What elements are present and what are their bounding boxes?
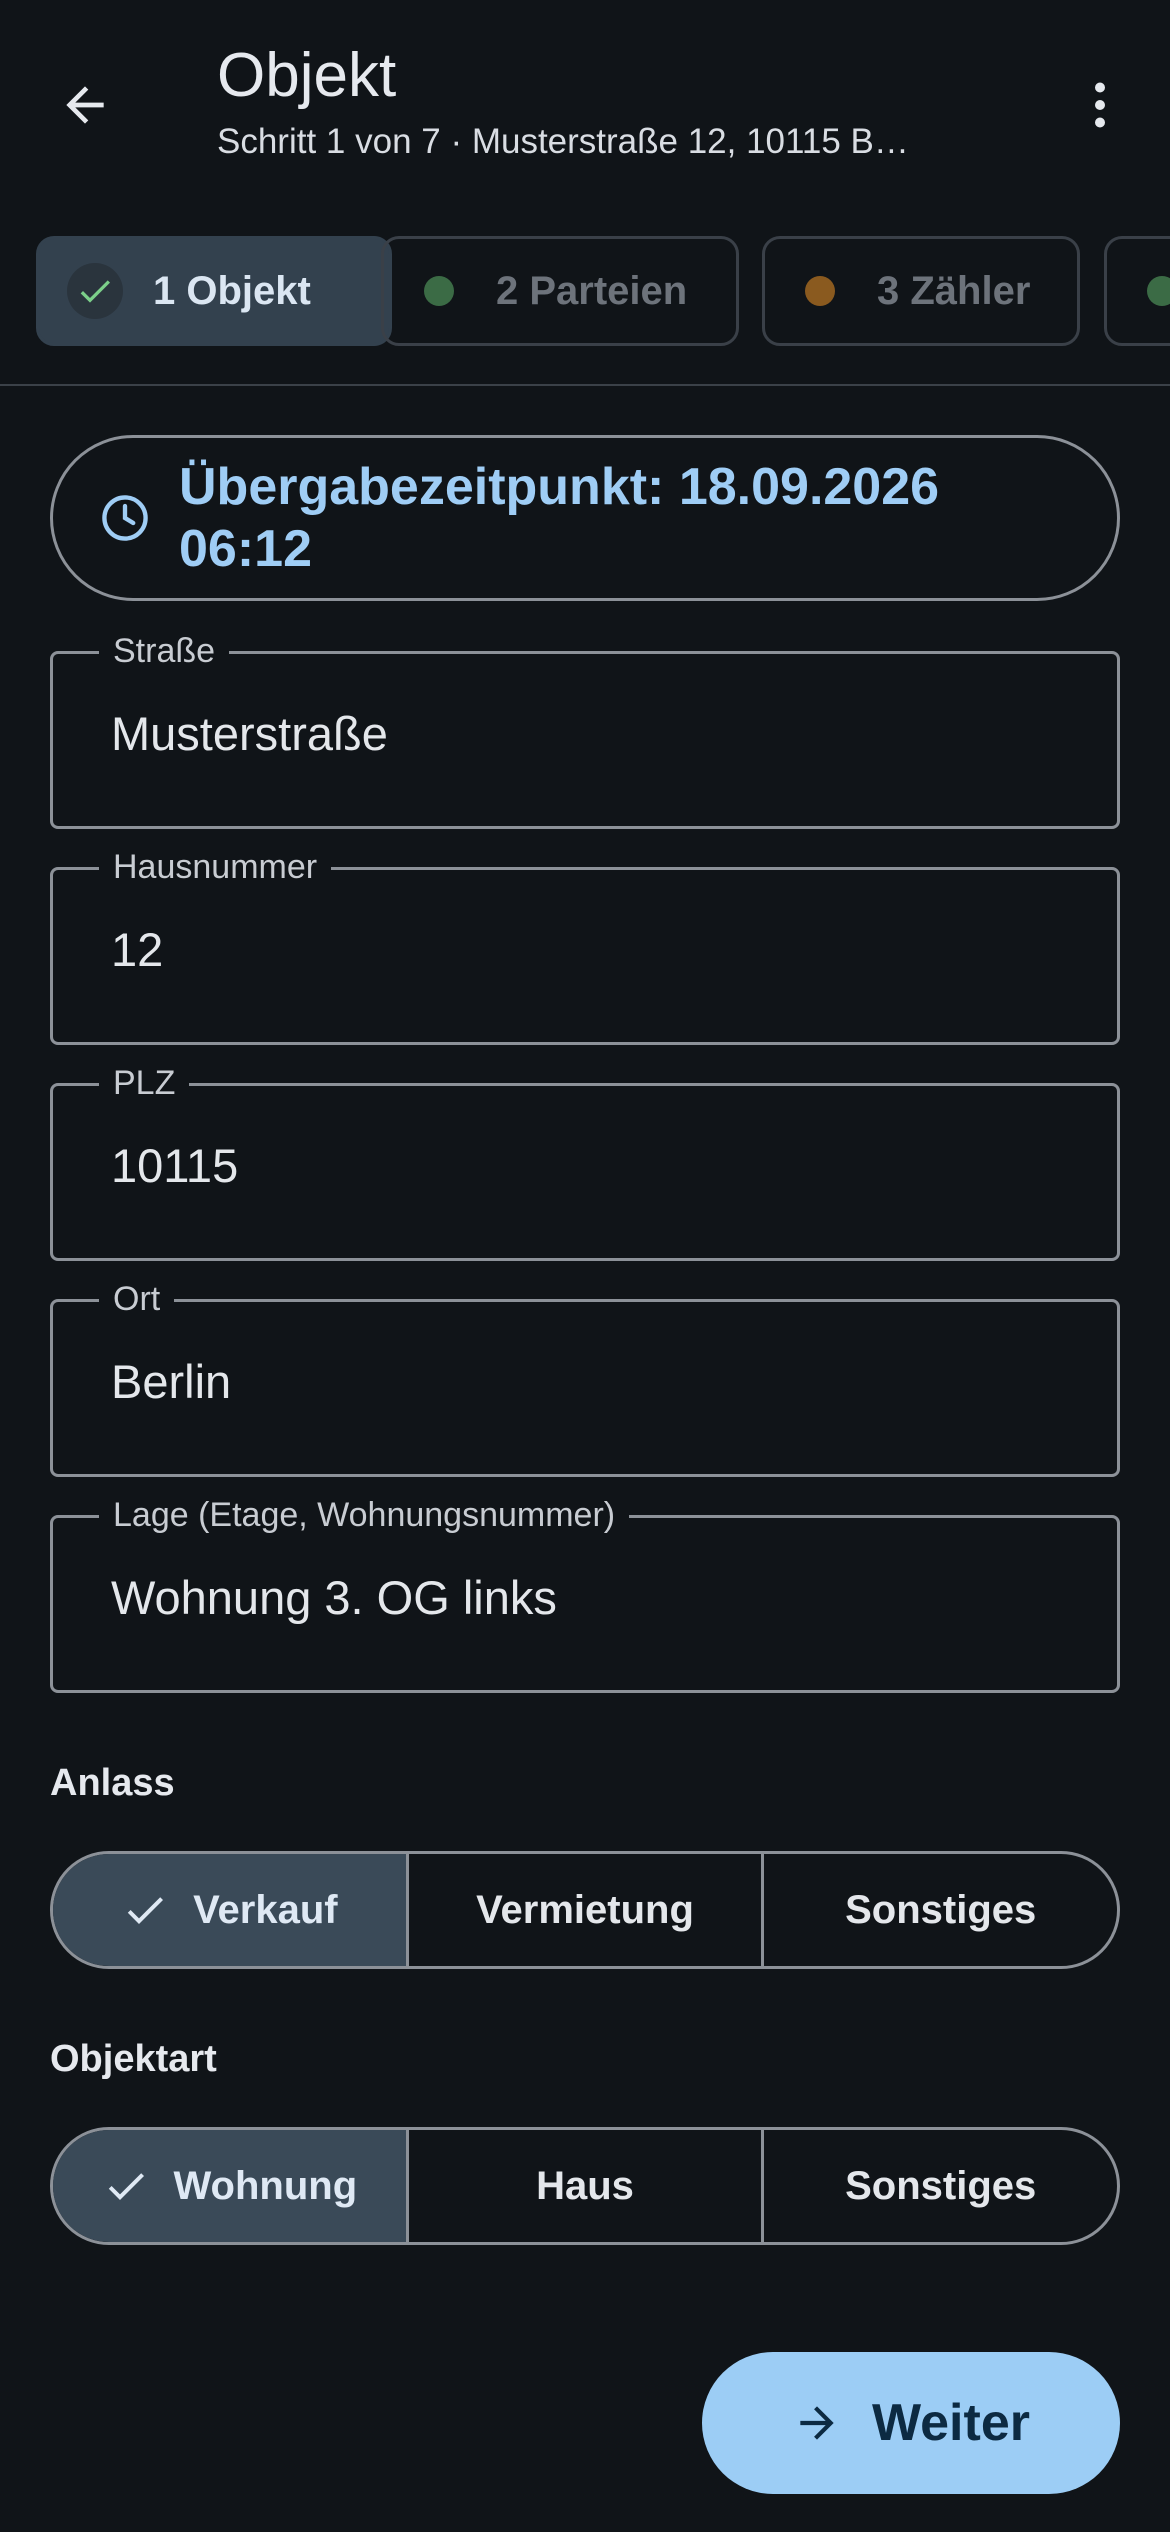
back-button[interactable]: [40, 60, 130, 150]
segment-label: Wohnung: [173, 2163, 358, 2208]
step-chip-next[interactable]: [1104, 236, 1170, 346]
anlass-option-verkauf[interactable]: Verkauf: [53, 1854, 409, 1966]
segment-label: Sonstiges: [845, 1887, 1037, 1932]
next-button[interactable]: Weiter: [702, 2352, 1120, 2494]
arrow-back-icon: [66, 86, 104, 124]
status-dot-icon: [424, 276, 454, 306]
objektart-option-sonstiges[interactable]: Sonstiges: [764, 2130, 1117, 2242]
step-chip-parteien[interactable]: 2 Parteien: [381, 236, 739, 346]
field-label: Ort: [99, 1280, 175, 1319]
anlass-segmented-control: Verkauf Vermietung Sonstiges: [50, 1851, 1120, 1969]
divider: [0, 384, 1170, 386]
check-icon: [67, 263, 123, 319]
more-vert-icon: [1095, 82, 1105, 128]
step-chip-label: 1 Objekt: [153, 268, 311, 313]
clock-icon: [102, 495, 148, 541]
street-field[interactable]: Straße Musterstraße: [50, 632, 1120, 829]
field-value: Berlin: [111, 1355, 232, 1408]
city-field[interactable]: Ort Berlin: [50, 1280, 1120, 1477]
status-dot-icon: [1147, 276, 1170, 306]
handover-time-text: Übergabezeitpunkt: 18.09.2026 06:12: [179, 458, 940, 578]
segment-label: Sonstiges: [845, 2163, 1037, 2208]
field-value: Wohnung 3. OG links: [111, 1571, 557, 1624]
field-value: Musterstraße: [111, 707, 388, 760]
segment-label: Haus: [536, 2163, 634, 2208]
field-value: 12: [111, 923, 164, 976]
step-chip-label: 3 Zähler: [877, 268, 1031, 313]
anlass-option-vermietung[interactable]: Vermietung: [409, 1854, 765, 1966]
objektart-label: Objektart: [50, 2038, 217, 2080]
objektart-option-wohnung[interactable]: Wohnung: [53, 2130, 409, 2242]
house-number-field[interactable]: Hausnummer 12: [50, 848, 1120, 1045]
page-subtitle: Schritt 1 von 7 · Musterstraße 12, 10115…: [217, 122, 909, 161]
step-chips: 1 Objekt 2 Parteien 3 Zähler: [0, 236, 1170, 352]
field-label: Lage (Etage, Wohnungsnummer): [99, 1496, 630, 1535]
step-chip-zaehler[interactable]: 3 Zähler: [762, 236, 1080, 346]
status-dot-icon: [805, 276, 835, 306]
postal-code-field[interactable]: PLZ 10115: [50, 1064, 1120, 1261]
field-value: 10115: [111, 1139, 239, 1192]
step-chip-objekt[interactable]: 1 Objekt: [36, 236, 392, 346]
objektart-segmented-control: Wohnung Haus Sonstiges: [50, 2127, 1120, 2245]
page-title: Objekt: [217, 41, 397, 110]
anlass-option-sonstiges[interactable]: Sonstiges: [764, 1854, 1117, 1966]
check-icon: [121, 1886, 169, 1934]
app-bar: Objekt Schritt 1 von 7 · Musterstraße 12…: [0, 0, 1170, 220]
step-chip-label: 2 Parteien: [496, 268, 688, 313]
field-label: Hausnummer: [99, 848, 332, 887]
location-field[interactable]: Lage (Etage, Wohnungsnummer) Wohnung 3. …: [50, 1496, 1120, 1693]
arrow-forward-icon: [792, 2398, 842, 2448]
anlass-label: Anlass: [50, 1762, 175, 1804]
more-options-button[interactable]: [1060, 60, 1140, 150]
field-label: PLZ: [99, 1064, 190, 1103]
handover-time-card[interactable]: Übergabezeitpunkt: 18.09.2026 06:12: [50, 435, 1120, 601]
field-label: Straße: [99, 632, 230, 671]
segment-label: Vermietung: [476, 1887, 694, 1932]
next-button-label: Weiter: [872, 2394, 1030, 2452]
segment-label: Verkauf: [193, 1887, 338, 1932]
objektart-option-haus[interactable]: Haus: [409, 2130, 765, 2242]
check-icon: [102, 2162, 150, 2210]
